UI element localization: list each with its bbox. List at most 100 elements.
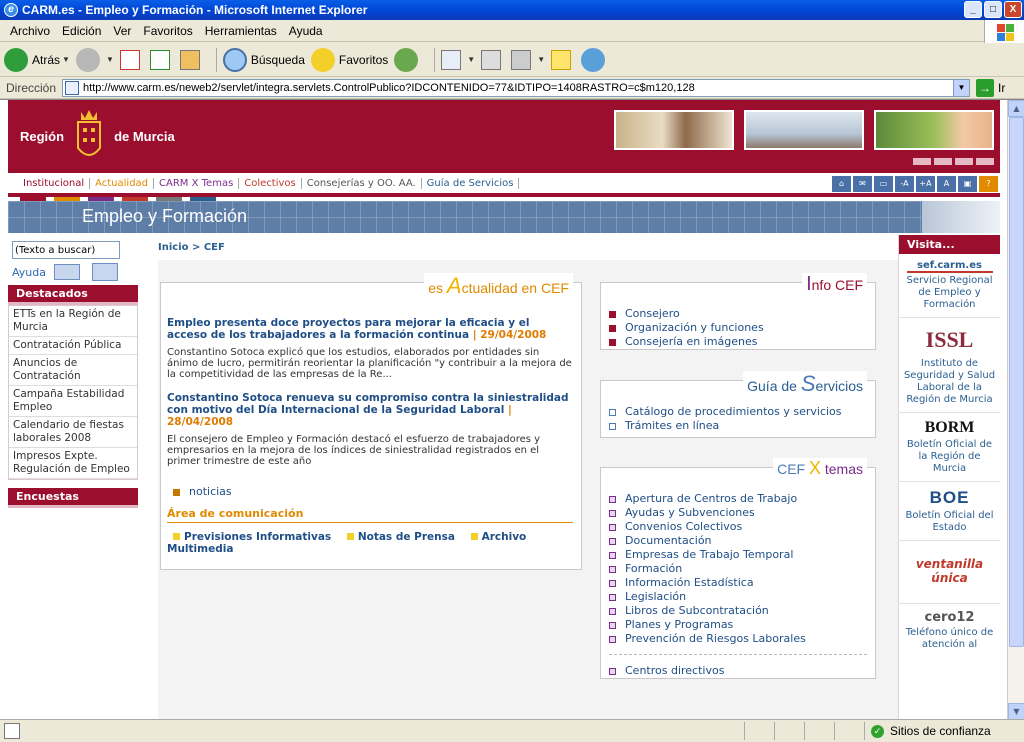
print-icon bbox=[481, 49, 502, 70]
featured-item[interactable]: Contratación Pública bbox=[9, 337, 137, 355]
stop-button[interactable] bbox=[119, 49, 144, 70]
news-more-link[interactable]: noticias bbox=[173, 485, 573, 499]
back-button[interactable]: Atrás ▼ bbox=[4, 47, 70, 72]
search-submit-button[interactable] bbox=[91, 263, 118, 281]
print-icon[interactable]: ▭ bbox=[874, 176, 893, 192]
advanced-search-button[interactable] bbox=[53, 264, 80, 280]
featured-item[interactable]: Campaña Estabilidad Empleo bbox=[9, 386, 137, 417]
featured-item[interactable]: Impresos Expte. Regulación de Empleo bbox=[9, 448, 137, 479]
maximize-button[interactable]: □ bbox=[984, 1, 1002, 18]
news-item: Empleo presenta doce proyectos para mejo… bbox=[167, 317, 573, 380]
menu-edicion[interactable]: Edición bbox=[56, 24, 107, 38]
nav-colectivos[interactable]: Colectivos bbox=[239, 177, 302, 189]
menu-favoritos[interactable]: Favoritos bbox=[137, 24, 198, 38]
visit-item-ventanilla[interactable]: ventanilla única bbox=[899, 541, 1000, 604]
visit-item-boe[interactable]: BOE Boletín Oficial del Estado bbox=[899, 482, 1000, 541]
mail-button[interactable]: ▼ bbox=[441, 49, 475, 70]
contrast-icon[interactable]: ▣ bbox=[958, 176, 977, 192]
default-font-icon[interactable]: A bbox=[937, 176, 956, 192]
comm-link-previsiones[interactable]: Previsiones Informativas bbox=[184, 531, 331, 543]
menu-herramientas[interactable]: Herramientas bbox=[199, 24, 283, 38]
visit-item-issl[interactable]: ISSL Instituto de Seguridad y Salud Labo… bbox=[899, 318, 1000, 413]
discuss-button[interactable] bbox=[551, 49, 575, 70]
info-link[interactable]: Consejero bbox=[609, 307, 867, 321]
edit-button[interactable]: ▼ bbox=[511, 49, 545, 70]
topic-link[interactable]: Apertura de Centros de Trabajo bbox=[609, 492, 867, 506]
info-link[interactable]: Organización y funciones bbox=[609, 321, 867, 335]
scroll-down-button[interactable]: ▼ bbox=[1008, 703, 1024, 719]
topic-link[interactable]: Documentación bbox=[609, 534, 867, 548]
search-button[interactable]: Búsqueda bbox=[222, 47, 305, 72]
news-headline[interactable]: Constantino Sotoca renueva su compromiso… bbox=[167, 392, 573, 428]
visit-item-borm[interactable]: BORM Boletín Oficial de la Región de Mur… bbox=[899, 413, 1000, 482]
plus-icon bbox=[173, 488, 180, 496]
site-search-input[interactable] bbox=[12, 241, 120, 259]
chevron-down-icon[interactable]: ▼ bbox=[953, 79, 970, 96]
news-headline[interactable]: Empleo presenta doce proyectos para mejo… bbox=[167, 317, 573, 341]
security-zone[interactable]: ✓ Sitios de confianza bbox=[864, 722, 1024, 740]
home-button[interactable] bbox=[179, 49, 204, 70]
bullet-icon bbox=[470, 533, 478, 540]
topic-link[interactable]: Libros de Subcontratación bbox=[609, 604, 867, 618]
comm-link-archivo[interactable]: Archivo bbox=[482, 531, 527, 543]
topic-link[interactable]: Planes y Programas bbox=[609, 618, 867, 632]
scroll-up-button[interactable]: ▲ bbox=[1008, 100, 1024, 117]
comm-link-notas[interactable]: Notas de Prensa bbox=[358, 531, 455, 543]
increase-font-icon[interactable]: +A bbox=[916, 176, 935, 192]
guide-link[interactable]: Trámites en línea bbox=[609, 419, 867, 433]
comm-link-multimedia[interactable]: Multimedia bbox=[167, 543, 233, 555]
header-photo-street bbox=[614, 110, 734, 150]
header-photos bbox=[614, 110, 994, 150]
info-link[interactable]: Consejería en imágenes bbox=[609, 335, 867, 349]
featured-item[interactable]: Calendario de fiestas laborales 2008 bbox=[9, 417, 137, 448]
topic-link[interactable]: Información Estadística bbox=[609, 576, 867, 590]
close-button[interactable]: X bbox=[1004, 1, 1022, 18]
refresh-button[interactable] bbox=[149, 49, 174, 70]
nav-institucional[interactable]: Institucional bbox=[18, 177, 91, 189]
bullet-icon bbox=[609, 565, 616, 573]
vertical-scrollbar[interactable]: ▲ ▼ bbox=[1007, 100, 1024, 719]
favorites-button[interactable]: Favoritos bbox=[310, 47, 388, 72]
minimize-button[interactable]: _ bbox=[964, 1, 982, 18]
chevron-down-icon: ▼ bbox=[62, 55, 70, 64]
scroll-thumb[interactable] bbox=[1009, 117, 1024, 647]
region-murcia-logo[interactable]: Región de Murcia bbox=[20, 108, 175, 164]
nav-consejerias[interactable]: Consejerías y OO. AA. bbox=[302, 177, 422, 189]
topic-link[interactable]: Formación bbox=[609, 562, 867, 576]
nav-guia-servicios[interactable]: Guía de Servicios bbox=[422, 177, 520, 189]
visit-item-sef[interactable]: sef.carm.es Servicio Regional de Empleo … bbox=[899, 254, 1000, 318]
featured-item[interactable]: Anuncios de Contratación bbox=[9, 355, 137, 386]
go-button[interactable]: → Ir bbox=[976, 78, 1005, 97]
banner-title: Empleo y Formación bbox=[82, 206, 248, 226]
decrease-font-icon[interactable]: -A bbox=[895, 176, 914, 192]
messenger-button[interactable] bbox=[581, 47, 609, 72]
topic-link[interactable]: Legislación bbox=[609, 590, 867, 604]
topic-link[interactable]: Centros directivos bbox=[609, 664, 867, 678]
menu-archivo[interactable]: Archivo bbox=[4, 24, 56, 38]
featured-item[interactable]: ETTs en la Región de Murcia bbox=[9, 306, 137, 337]
history-button[interactable] bbox=[394, 47, 422, 72]
stop-icon bbox=[119, 49, 140, 70]
guide-link[interactable]: Catálogo de procedimientos y servicios bbox=[609, 405, 867, 419]
forward-button[interactable]: ▼ bbox=[75, 47, 114, 72]
topic-link[interactable]: Prevención de Riesgos Laborales bbox=[609, 632, 867, 646]
visit-item-cero12[interactable]: cero12 Teléfono único de atención al bbox=[899, 604, 1000, 657]
topic-link[interactable]: Convenios Colectivos bbox=[609, 520, 867, 534]
help-link[interactable]: Ayuda bbox=[12, 266, 46, 279]
address-input[interactable]: http://www.carm.es/neweb2/servlet/integr… bbox=[62, 78, 971, 97]
page-status-icon bbox=[4, 723, 20, 739]
topic-link[interactable]: Empresas de Trabajo Temporal bbox=[609, 548, 867, 562]
topic-link[interactable]: Ayudas y Subvenciones bbox=[609, 506, 867, 520]
nav-carm-temas[interactable]: CARM X Temas bbox=[154, 177, 240, 189]
breadcrumb[interactable]: Inicio > CEF bbox=[158, 242, 225, 253]
news-panel: es Actualidad en CEF Empleo presenta doc… bbox=[160, 273, 582, 570]
help-icon[interactable]: ? bbox=[979, 176, 998, 192]
nav-actualidad[interactable]: Actualidad bbox=[90, 177, 155, 189]
print-button[interactable] bbox=[481, 49, 505, 70]
bullet-icon bbox=[609, 495, 616, 503]
mail-icon[interactable]: ✉ bbox=[853, 176, 872, 192]
topics-divider bbox=[609, 654, 867, 655]
menu-ver[interactable]: Ver bbox=[107, 24, 137, 38]
menu-ayuda[interactable]: Ayuda bbox=[283, 24, 329, 38]
home-icon[interactable]: ⌂ bbox=[832, 176, 851, 192]
